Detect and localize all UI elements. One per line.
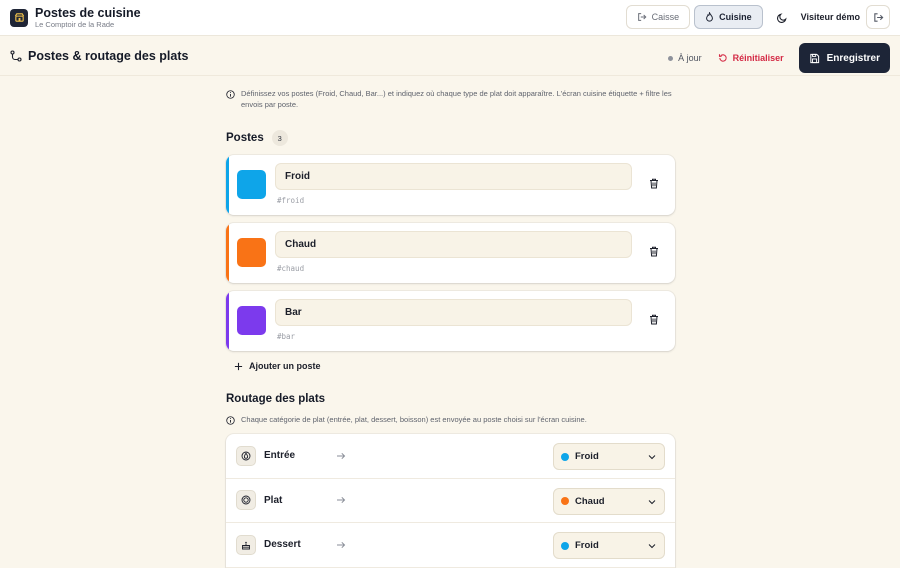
pos-exit-icon: [637, 12, 647, 22]
reset-button[interactable]: Réinitialiser: [718, 53, 784, 63]
station-select[interactable]: Froid: [553, 443, 665, 470]
stations-header: Postes 3: [226, 130, 675, 146]
app-title: Postes de cuisine: [35, 6, 141, 20]
station-color-dot: [561, 497, 569, 505]
station-card-chaud: Chaud #chaud: [226, 223, 675, 283]
save-label: Enregistrer: [826, 52, 880, 64]
arrow-right-icon: [336, 452, 346, 460]
routing-table: Entrée Froid Plat Chaud Dessert Froid: [226, 434, 675, 568]
cuisine-mode-label: Cuisine: [719, 12, 752, 22]
flame-icon: [705, 12, 714, 22]
station-name-input[interactable]: Chaud: [275, 231, 632, 258]
chevron-down-icon: [648, 543, 656, 549]
routing-header: Routage des plats: [226, 393, 675, 405]
moon-icon: [777, 12, 788, 23]
info-icon: [226, 90, 235, 110]
station-card-froid: Froid #froid: [226, 155, 675, 215]
arrow-right-icon: [336, 541, 346, 549]
main-content: Définissez vos postes (Froid, Chaud, Bar…: [226, 88, 675, 568]
info-icon: [226, 416, 235, 425]
station-select-value: Froid: [575, 540, 599, 551]
route-row-plat: Plat Chaud: [226, 479, 675, 523]
station-select[interactable]: Chaud: [553, 487, 665, 515]
user-name: Visiteur démo: [800, 12, 860, 22]
chevron-down-icon: [648, 499, 656, 505]
stations-info: Définissez vos postes (Froid, Chaud, Bar…: [226, 88, 675, 110]
add-station-button[interactable]: Ajouter un poste: [234, 361, 675, 371]
add-station-label: Ajouter un poste: [249, 361, 321, 371]
page-title: Postes & routage des plats: [28, 48, 189, 63]
station-select-value: Chaud: [575, 495, 605, 507]
trash-icon: [649, 314, 659, 325]
route-row-dessert: Dessert Froid: [226, 523, 675, 568]
stations-title: Postes: [226, 132, 264, 144]
chevron-down-icon: [648, 454, 656, 460]
status-dot: [668, 55, 674, 61]
route-category-label: Dessert: [264, 539, 301, 551]
station-color-stripe: [226, 155, 229, 215]
logout-icon: [873, 12, 884, 23]
cuisine-mode-button[interactable]: Cuisine: [694, 5, 763, 29]
stations-count-badge: 3: [271, 130, 288, 146]
station-select-value: Froid: [575, 451, 599, 462]
brand: Postes de cuisine Le Comptoir de la Rade: [10, 6, 141, 29]
caisse-mode-button[interactable]: Caisse: [625, 5, 691, 29]
arrow-right-icon: [336, 496, 346, 504]
delete-station-button[interactable]: [649, 314, 659, 325]
stations-info-text: Définissez vos postes (Froid, Chaud, Bar…: [241, 89, 672, 109]
plus-icon: [234, 362, 243, 371]
app-subtitle: Le Comptoir de la Rade: [35, 20, 115, 29]
theme-toggle[interactable]: [771, 5, 795, 29]
station-name-input[interactable]: Bar: [275, 299, 632, 326]
caisse-mode-label: Caisse: [651, 12, 680, 22]
station-list: Froid #froid Chaud #chaud Bar #bar: [226, 155, 675, 351]
floppy-icon: [809, 53, 820, 64]
station-color-swatch[interactable]: [237, 238, 266, 267]
status-label: À jour: [678, 53, 702, 63]
route-row-entree: Entrée Froid: [226, 434, 675, 479]
route-icon: [10, 49, 22, 62]
route-category-label: Entrée: [264, 450, 296, 462]
station-color-dot: [561, 541, 569, 550]
station-card-bar: Bar #bar: [226, 291, 675, 351]
store-icon: [10, 8, 28, 27]
sync-status: À jour: [668, 53, 702, 63]
station-color-swatch[interactable]: [237, 306, 266, 335]
station-color-swatch[interactable]: [237, 170, 266, 199]
routing-title: Routage des plats: [226, 393, 326, 405]
cake-icon: [236, 534, 256, 555]
station-slug: #bar: [277, 332, 296, 341]
drop-icon: [236, 445, 256, 466]
station-slug: #froid: [277, 196, 305, 205]
trash-icon: [649, 246, 659, 257]
top-bar: Postes de cuisine Le Comptoir de la Rade…: [0, 0, 900, 36]
logout-button[interactable]: [866, 5, 890, 29]
save-button[interactable]: Enregistrer: [798, 43, 890, 73]
delete-station-button[interactable]: [649, 246, 659, 257]
trash-icon: [649, 178, 659, 189]
station-color-stripe: [226, 291, 229, 351]
station-slug: #chaud: [277, 264, 305, 273]
station-color-dot: [561, 452, 569, 461]
station-select[interactable]: Froid: [553, 532, 665, 559]
delete-station-button[interactable]: [649, 178, 659, 189]
station-color-stripe: [226, 223, 229, 283]
page-header: Postes & routage des plats À jour Réinit…: [0, 36, 900, 76]
routing-info-text: Chaque catégorie de plat (entrée, plat, …: [241, 415, 587, 424]
reset-label: Réinitialiser: [732, 53, 784, 63]
plate-icon: [236, 490, 256, 511]
routing-info: Chaque catégorie de plat (entrée, plat, …: [226, 414, 675, 425]
route-category-label: Plat: [264, 494, 283, 506]
station-name-input[interactable]: Froid: [275, 163, 632, 190]
reset-icon: [718, 53, 728, 63]
